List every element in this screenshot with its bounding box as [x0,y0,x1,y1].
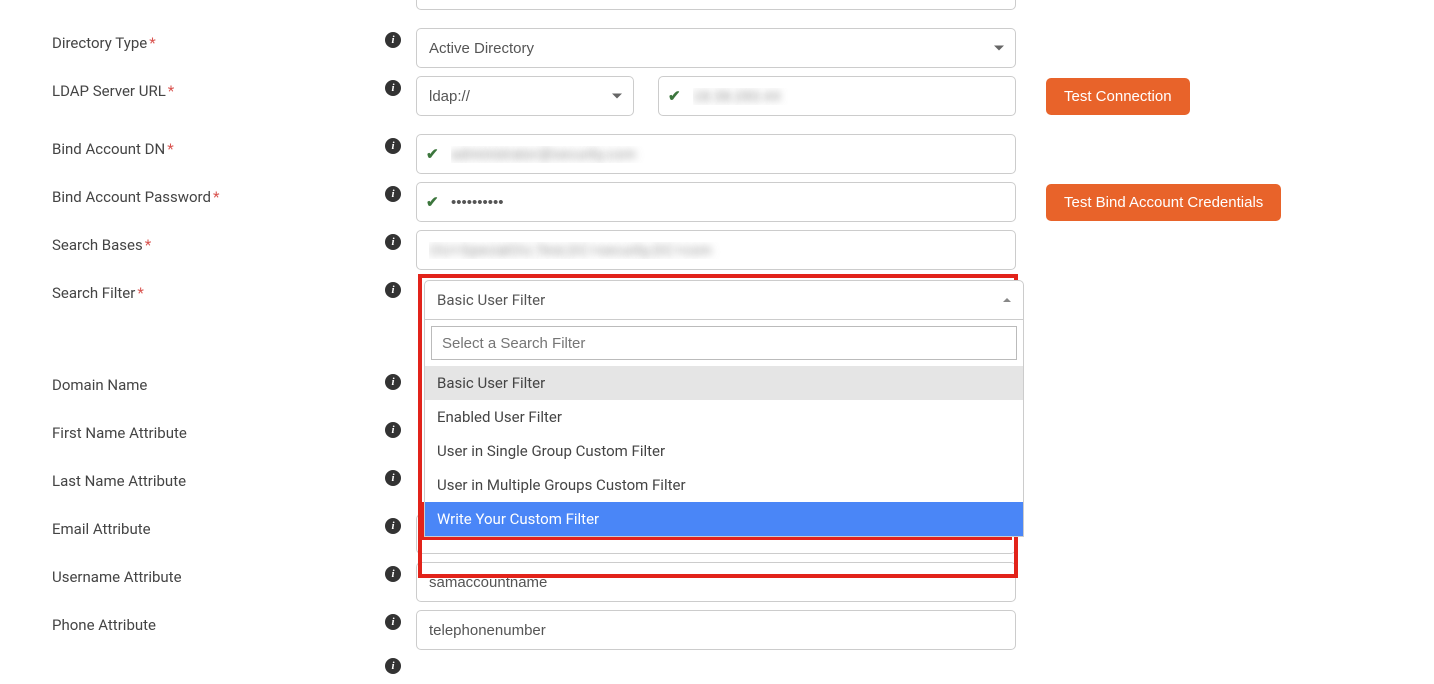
row-phone-attr: Phone Attribute i [0,602,1434,650]
directory-type-select[interactable]: Active Directory [416,28,1016,68]
row-search-bases: Search Bases * i [0,222,1434,270]
check-icon: ✔ [668,87,681,105]
ldap-host-input[interactable] [658,76,1016,116]
top-partial-row [0,0,1434,20]
partial-input[interactable] [416,0,1016,10]
test-bind-button[interactable]: Test Bind Account Credentials [1046,184,1281,221]
ldap-config-form: Directory Type * i Active Directory LDAP… [0,0,1434,674]
label-directory-type: Directory Type [52,34,147,52]
phone-attr-input[interactable] [416,610,1016,650]
required-mark: * [137,284,143,302]
bind-pw-wrap: ✔ [416,182,1016,222]
label-first-name-attr: First Name Attribute [52,424,187,442]
dropdown-options-list: Basic User Filter Enabled User Filter Us… [425,366,1023,536]
label-search-bases: Search Bases [52,236,143,254]
bind-dn-input[interactable] [416,134,1016,174]
info-icon[interactable]: i [385,374,401,390]
info-icon[interactable]: i [385,80,401,96]
dropdown-search-wrap [425,320,1023,366]
label-domain-name: Domain Name [52,376,147,394]
info-icon[interactable]: i [385,186,401,202]
required-mark: * [168,82,174,100]
required-mark: * [213,188,219,206]
info-icon[interactable]: i [385,282,401,298]
check-icon: ✔ [426,193,439,211]
info-icon[interactable]: i [385,138,401,154]
directory-type-select-wrap: Active Directory [416,28,1016,68]
search-bases-input[interactable] [416,230,1016,270]
dropdown-search-input[interactable] [431,326,1017,360]
test-connection-button[interactable]: Test Connection [1046,78,1190,115]
required-mark: * [145,236,151,254]
dropdown-option-custom-filter[interactable]: Write Your Custom Filter [425,502,1023,536]
label-bind-dn: Bind Account DN [52,140,165,158]
row-directory-type: Directory Type * i Active Directory [0,20,1434,68]
dropdown-option-single-group-filter[interactable]: User in Single Group Custom Filter [425,434,1023,468]
row-bind-dn: Bind Account DN * i ✔ [0,126,1434,174]
dropdown-option-enabled-user-filter[interactable]: Enabled User Filter [425,400,1023,434]
info-icon[interactable]: i [385,566,401,582]
info-icon[interactable]: i [385,658,401,674]
row-username-attr: Username Attribute i [0,554,1434,602]
search-filter-dropdown-panel: Basic User Filter Enabled User Filter Us… [424,320,1024,537]
row-ldap-url: LDAP Server URL * i ldap:// ✔ Test Conne… [0,68,1434,116]
bind-dn-wrap: ✔ [416,134,1016,174]
label-username-attr: Username Attribute [52,568,182,586]
label-phone-attr: Phone Attribute [52,616,156,634]
info-icon[interactable]: i [385,518,401,534]
required-mark: * [149,34,155,52]
info-icon[interactable]: i [385,32,401,48]
username-attr-input[interactable] [416,562,1016,602]
search-filter-dropdown: Basic User Filter Basic User Filter Enab… [424,280,1024,537]
label-search-filter: Search Filter [52,284,135,302]
dropdown-option-multi-group-filter[interactable]: User in Multiple Groups Custom Filter [425,468,1023,502]
label-last-name-attr: Last Name Attribute [52,472,186,490]
row-bind-pw: Bind Account Password * i ✔ Test Bind Ac… [0,174,1434,222]
search-filter-selected-value: Basic User Filter [437,291,545,309]
info-icon[interactable]: i [385,422,401,438]
info-icon[interactable]: i [385,614,401,630]
label-bind-pw: Bind Account Password [52,188,211,206]
caret-up-icon [1003,298,1011,302]
search-filter-dropdown-header[interactable]: Basic User Filter [424,280,1024,320]
required-mark: * [167,140,173,158]
label-email-attr: Email Attribute [52,520,151,538]
info-icon[interactable]: i [385,470,401,486]
ldap-scheme-select[interactable]: ldap:// [416,76,634,116]
info-icon[interactable]: i [385,234,401,250]
row-partial-bottom: i [0,650,1434,674]
label-ldap-url: LDAP Server URL [52,82,166,100]
ldap-scheme-select-wrap: ldap:// [416,76,634,116]
dropdown-option-basic-user-filter[interactable]: Basic User Filter [425,366,1023,400]
ldap-host-wrap: ✔ [658,76,1016,116]
check-icon: ✔ [426,145,439,163]
bind-pw-input[interactable] [416,182,1016,222]
